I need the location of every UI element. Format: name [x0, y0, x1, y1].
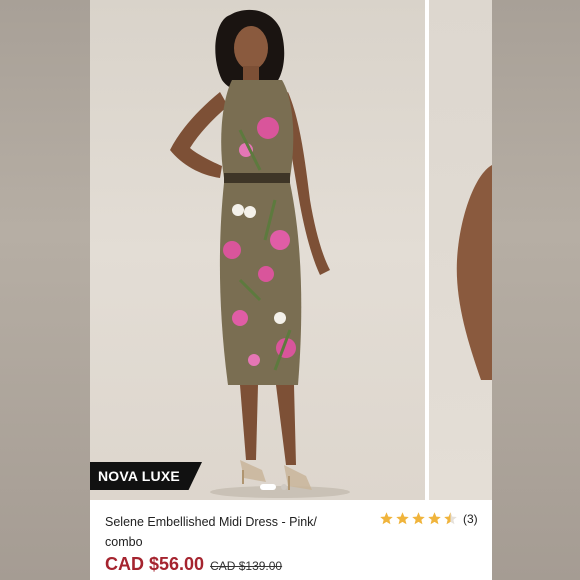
model-photo-next — [456, 165, 492, 380]
model-photo — [170, 9, 350, 498]
star-half-icon — [444, 512, 457, 525]
review-count: (3) — [463, 511, 478, 526]
star-icon — [412, 512, 425, 525]
price-row: CAD $56.00 CAD $139.00 — [105, 554, 282, 575]
star-icon — [396, 512, 409, 525]
product-card[interactable]: NOVA LUXE Selene Embellished Midi Dress … — [90, 0, 492, 580]
brand-badge: NOVA LUXE — [90, 462, 202, 490]
carousel-dot-2[interactable] — [281, 484, 287, 490]
carousel-dot-1[interactable] — [260, 484, 276, 490]
star-icon — [380, 512, 393, 525]
product-image-main[interactable] — [90, 0, 425, 500]
star-icon — [428, 512, 441, 525]
original-price: CAD $139.00 — [210, 559, 283, 573]
rating-stars — [379, 511, 458, 526]
product-title[interactable]: Selene Embellished Midi Dress - Pink/ co… — [105, 512, 355, 552]
product-info: Selene Embellished Midi Dress - Pink/ co… — [90, 500, 492, 580]
rating[interactable]: (3) — [379, 511, 478, 526]
sale-price: CAD $56.00 — [105, 554, 205, 574]
carousel-indicator — [260, 484, 287, 490]
product-image-next[interactable] — [429, 0, 492, 500]
listing-frame: NOVA LUXE Selene Embellished Midi Dress … — [0, 0, 580, 580]
